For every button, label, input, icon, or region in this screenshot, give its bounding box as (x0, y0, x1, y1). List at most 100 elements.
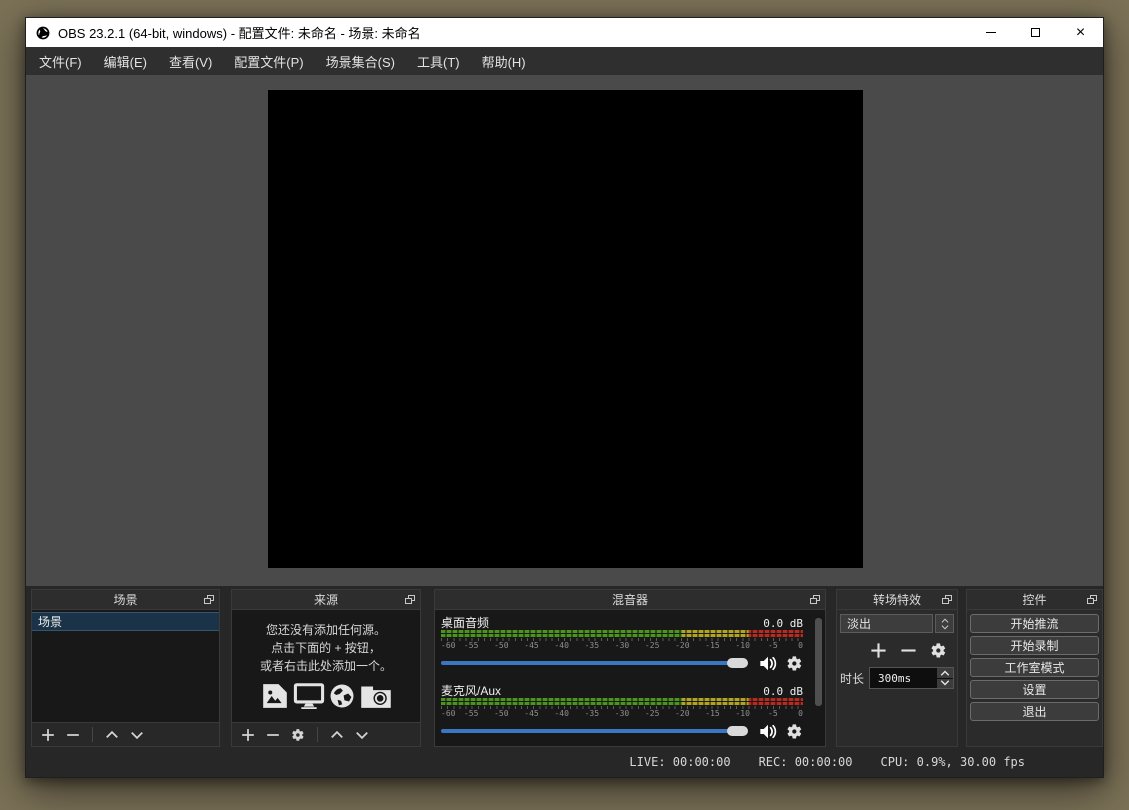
minimize-button[interactable] (968, 18, 1013, 47)
meter-tick: 0 (798, 641, 803, 650)
titlebar[interactable]: OBS 23.2.1 (64-bit, windows) - 配置文件: 未命名… (26, 18, 1103, 47)
mute-speaker-button[interactable] (758, 655, 778, 672)
menu-profile[interactable]: 配置文件(P) (223, 47, 314, 75)
close-button[interactable]: × (1058, 18, 1103, 47)
move-scene-up-button[interactable] (105, 728, 119, 742)
meter-tick: -55 (464, 709, 478, 718)
move-source-down-button[interactable] (355, 728, 369, 742)
camera-source-icon (359, 683, 393, 709)
volume-slider[interactable] (441, 661, 748, 665)
move-source-up-button[interactable] (330, 728, 344, 742)
menu-help[interactable]: 帮助(H) (471, 47, 537, 75)
duration-increase-button[interactable] (937, 668, 953, 678)
menu-tools[interactable]: 工具(T) (406, 47, 471, 75)
desktop: { "window": { "title": "OBS 23.2.1 (64-b… (0, 0, 1129, 810)
maximize-button[interactable] (1013, 18, 1058, 47)
menu-view[interactable]: 查看(V) (158, 47, 223, 75)
volume-slider[interactable] (441, 729, 748, 733)
move-scene-down-button[interactable] (130, 728, 144, 742)
transition-select[interactable]: 淡出 (840, 614, 933, 633)
mixer-channel-mic-aux: 麦克风/Aux 0.0 dB -60 -55 -50 -45 -40 (441, 682, 803, 739)
popout-icon[interactable] (810, 595, 820, 605)
transitions-panel-title: 转场特效 (873, 591, 921, 608)
channel-name: 麦克风/Aux (441, 682, 501, 699)
chevron-up-icon (940, 670, 950, 676)
meter-tick: -35 (585, 641, 599, 650)
popout-icon[interactable] (204, 595, 214, 605)
mixer-panel: 混音器 桌面音频 0.0 dB (434, 589, 826, 747)
meter-scale: -60 -55 -50 -45 -40 -35 -30 -25 -20 -15 … (441, 641, 803, 651)
menu-file[interactable]: 文件(F) (28, 47, 93, 75)
start-recording-button[interactable]: 开始录制 (970, 636, 1099, 655)
meter-tick: -10 (735, 641, 749, 650)
channel-settings-gear-button[interactable] (786, 655, 803, 672)
duration-decrease-button[interactable] (937, 679, 953, 689)
settings-button[interactable]: 设置 (970, 680, 1099, 699)
remove-scene-button[interactable] (66, 728, 80, 742)
scenes-toolbar (32, 722, 219, 746)
scene-item-label: 场景 (38, 613, 62, 630)
scene-list: 场景 (32, 610, 219, 722)
popout-icon[interactable] (942, 595, 952, 605)
rec-time: REC: 00:00:00 (759, 755, 853, 769)
meter-tick: -15 (705, 709, 719, 718)
toolbar-separator (317, 727, 318, 742)
channel-db-value: 0.0 dB (763, 617, 803, 630)
sources-panel-header[interactable]: 来源 (231, 589, 421, 610)
popout-icon[interactable] (405, 595, 415, 605)
meter-tick: -40 (554, 709, 568, 718)
remove-transition-button[interactable] (900, 642, 917, 659)
mute-speaker-button[interactable] (758, 723, 778, 740)
menu-edit[interactable]: 编辑(E) (93, 47, 158, 75)
volume-meter: -60 -55 -50 -45 -40 -35 -30 -25 -20 -15 … (441, 698, 803, 719)
remove-source-button[interactable] (266, 728, 280, 742)
start-streaming-button[interactable]: 开始推流 (970, 614, 1099, 633)
preview-canvas[interactable] (268, 90, 863, 568)
transition-selected-value: 淡出 (847, 615, 871, 632)
meter-tick: -20 (675, 641, 689, 650)
source-properties-gear-button[interactable] (291, 728, 305, 742)
meter-tick: -25 (645, 709, 659, 718)
channel-settings-gear-button[interactable] (786, 723, 803, 740)
close-icon: × (1076, 25, 1085, 41)
maximize-icon (1031, 28, 1040, 37)
transitions-panel-header[interactable]: 转场特效 (836, 589, 958, 610)
meter-tick: -60 (441, 641, 455, 650)
scenes-panel-header[interactable]: 场景 (31, 589, 220, 610)
transition-properties-gear-button[interactable] (930, 642, 947, 659)
sources-toolbar (232, 722, 420, 746)
duration-spinbox[interactable]: 300ms (869, 667, 954, 689)
meter-tick: -60 (441, 709, 455, 718)
mixer-panel-header[interactable]: 混音器 (434, 589, 826, 610)
meter-tick: -30 (615, 641, 629, 650)
meter-tick: -35 (585, 709, 599, 718)
mixer-channel-desktop-audio: 桌面音频 0.0 dB -60 -55 -50 -45 -40 (441, 614, 803, 671)
add-source-button[interactable] (241, 728, 255, 742)
meter-tick: -55 (464, 641, 478, 650)
mixer-panel-title: 混音器 (612, 591, 648, 608)
meter-tick: -10 (735, 709, 749, 718)
add-scene-button[interactable] (41, 728, 55, 742)
volume-slider-handle[interactable] (727, 658, 748, 668)
controls-panel-title: 控件 (1022, 591, 1046, 608)
image-source-icon (260, 683, 290, 709)
controls-panel-header[interactable]: 控件 (966, 589, 1103, 610)
obs-logo-icon (36, 26, 50, 40)
studio-mode-button[interactable]: 工作室模式 (970, 658, 1099, 677)
meter-tick: -30 (615, 709, 629, 718)
chevron-down-icon (940, 680, 950, 686)
scene-list-item[interactable]: 场景 (32, 612, 219, 631)
volume-slider-handle[interactable] (727, 726, 748, 736)
channel-name: 桌面音频 (441, 614, 489, 631)
mixer-scrollbar[interactable] (815, 618, 822, 706)
exit-button[interactable]: 退出 (970, 702, 1099, 721)
popout-icon[interactable] (1087, 595, 1097, 605)
add-transition-button[interactable] (870, 642, 887, 659)
dock-area: 场景 场景 (26, 586, 1103, 777)
menu-scene-collection[interactable]: 场景集合(S) (315, 47, 406, 75)
meter-scale: -60 -55 -50 -45 -40 -35 -30 -25 -20 -15 … (441, 709, 803, 719)
meter-tick: -45 (524, 641, 538, 650)
transitions-panel: 转场特效 淡出 (836, 589, 958, 747)
transition-select-spinner[interactable] (935, 614, 954, 633)
meter-tick: -50 (494, 709, 508, 718)
